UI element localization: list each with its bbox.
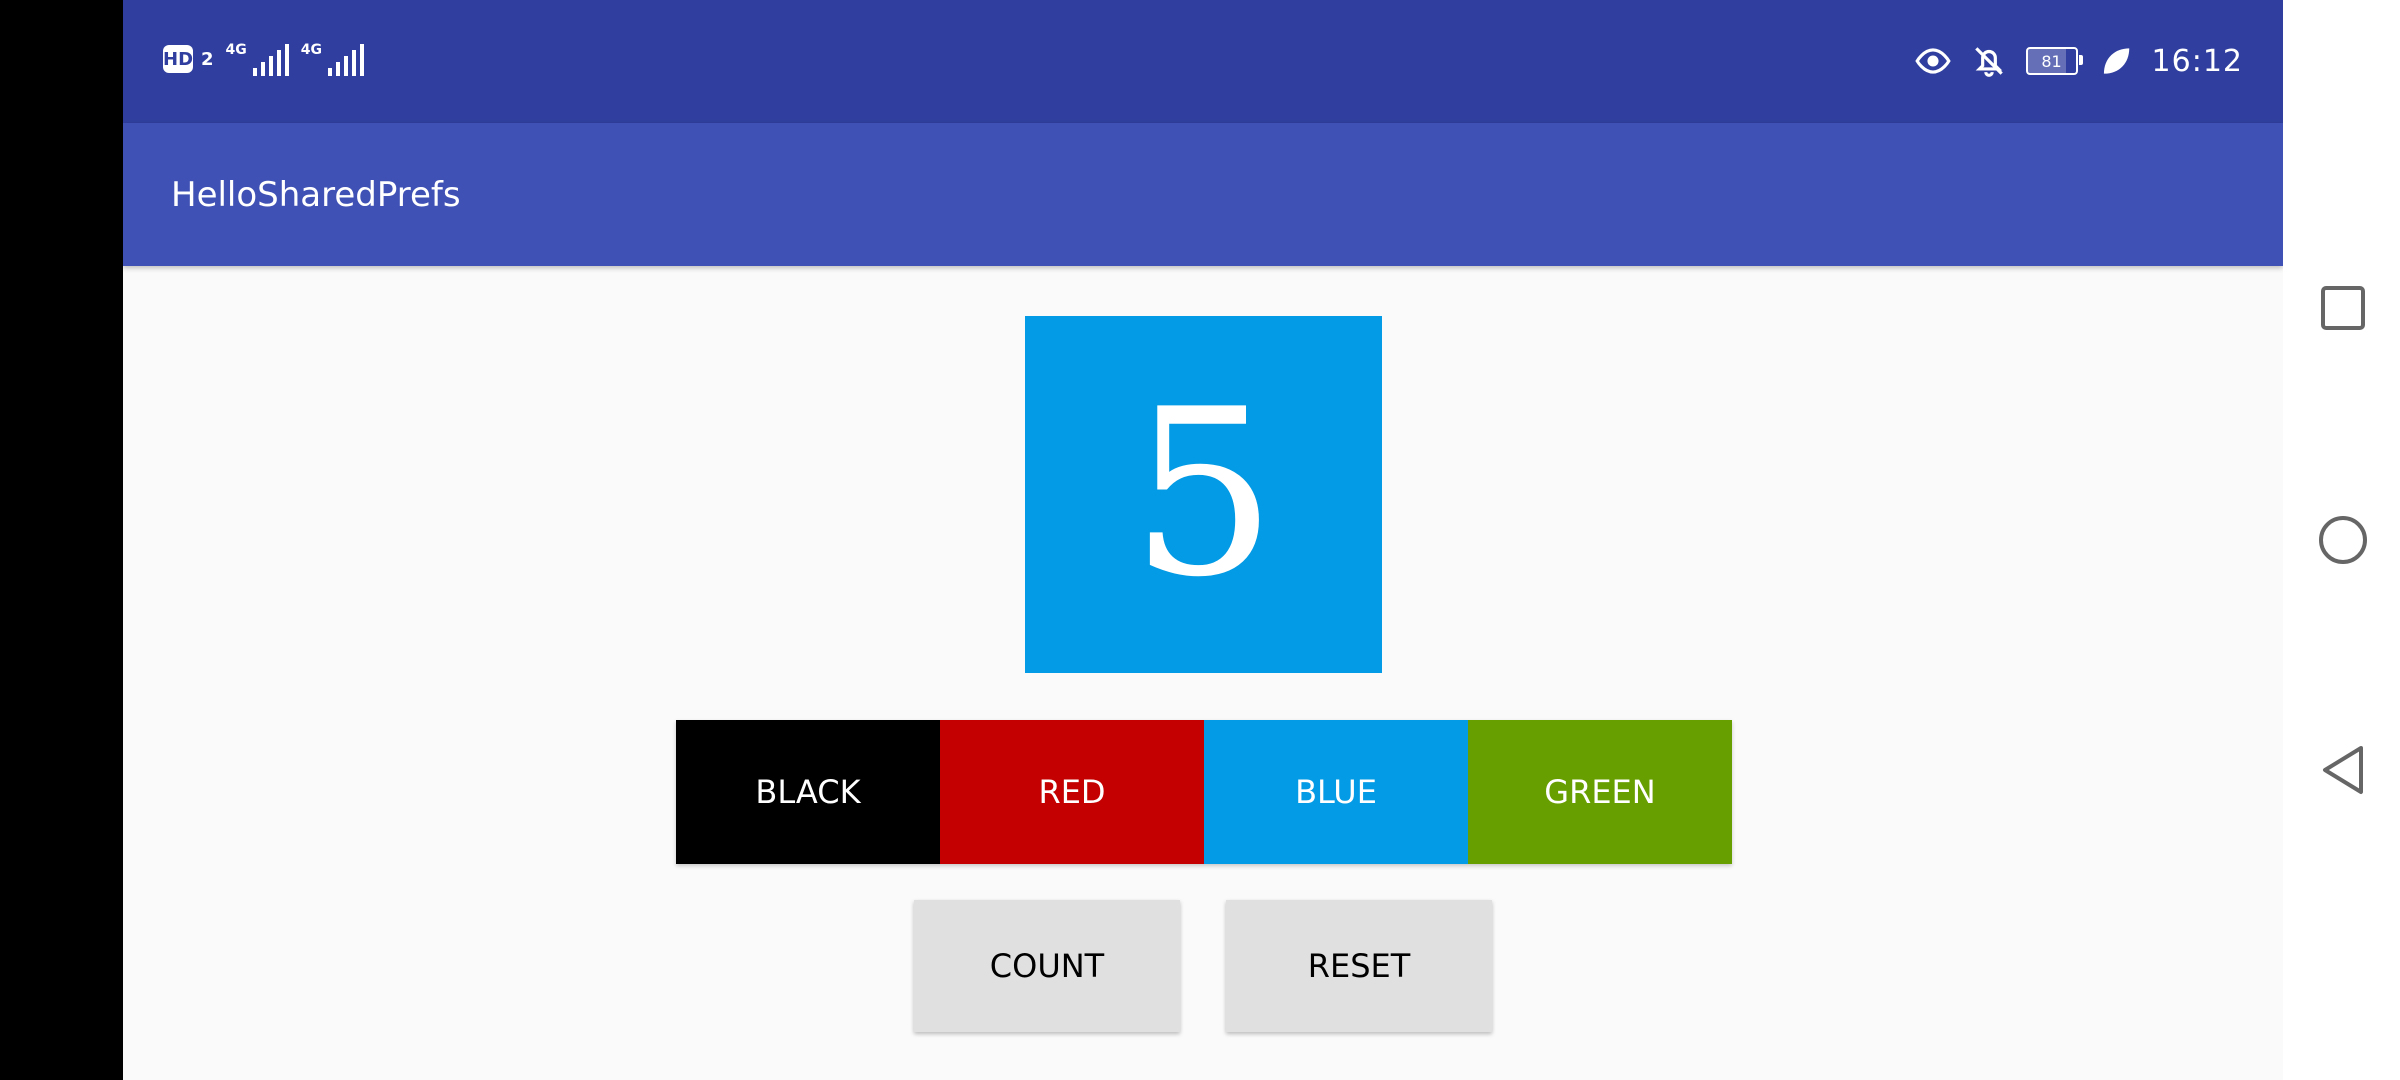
recent-apps-icon[interactable] (2315, 280, 2371, 336)
battery-icon: 81 (2025, 47, 2083, 75)
back-icon[interactable] (2315, 742, 2371, 798)
hd-voice-icon: HD (163, 45, 193, 73)
color-button-row: BLACK RED BLUE GREEN (676, 720, 1732, 864)
home-icon[interactable] (2315, 512, 2371, 568)
network-type-label: 4G (300, 42, 322, 58)
black-button[interactable]: BLACK (676, 720, 940, 864)
phone-screen: HD 2 4G 4G 81 16:12 HelloSharedPrefs 5 B… (123, 0, 2283, 1080)
blue-button[interactable]: BLUE (1204, 720, 1468, 864)
app-title: HelloSharedPrefs (171, 175, 461, 215)
status-time: 16:12 (2151, 43, 2243, 79)
battery-percent: 81 (2041, 51, 2062, 71)
network-type-label: 4G (225, 42, 247, 58)
notifications-off-icon (1974, 47, 2003, 77)
signal-sim1-icon: 4G (226, 42, 289, 76)
signal-sim2-icon: 4G (301, 42, 364, 76)
count-display: 5 (1025, 316, 1382, 673)
sim-2-label: 2 (201, 48, 214, 70)
reset-button[interactable]: RESET (1226, 900, 1492, 1032)
navigation-bar (2283, 0, 2400, 1080)
app-bar: HelloSharedPrefs (123, 123, 2283, 266)
eye-comfort-icon (1914, 48, 1951, 74)
power-saving-leaf-icon (2103, 48, 2129, 74)
status-right: 81 16:12 (1914, 42, 2243, 80)
left-bezel (0, 0, 123, 1080)
count-button[interactable]: COUNT (914, 900, 1180, 1032)
red-button[interactable]: RED (940, 720, 1204, 864)
status-bar: HD 2 4G 4G 81 16:12 (123, 0, 2283, 123)
status-left: HD 2 4G 4G (163, 42, 364, 76)
green-button[interactable]: GREEN (1468, 720, 1732, 864)
